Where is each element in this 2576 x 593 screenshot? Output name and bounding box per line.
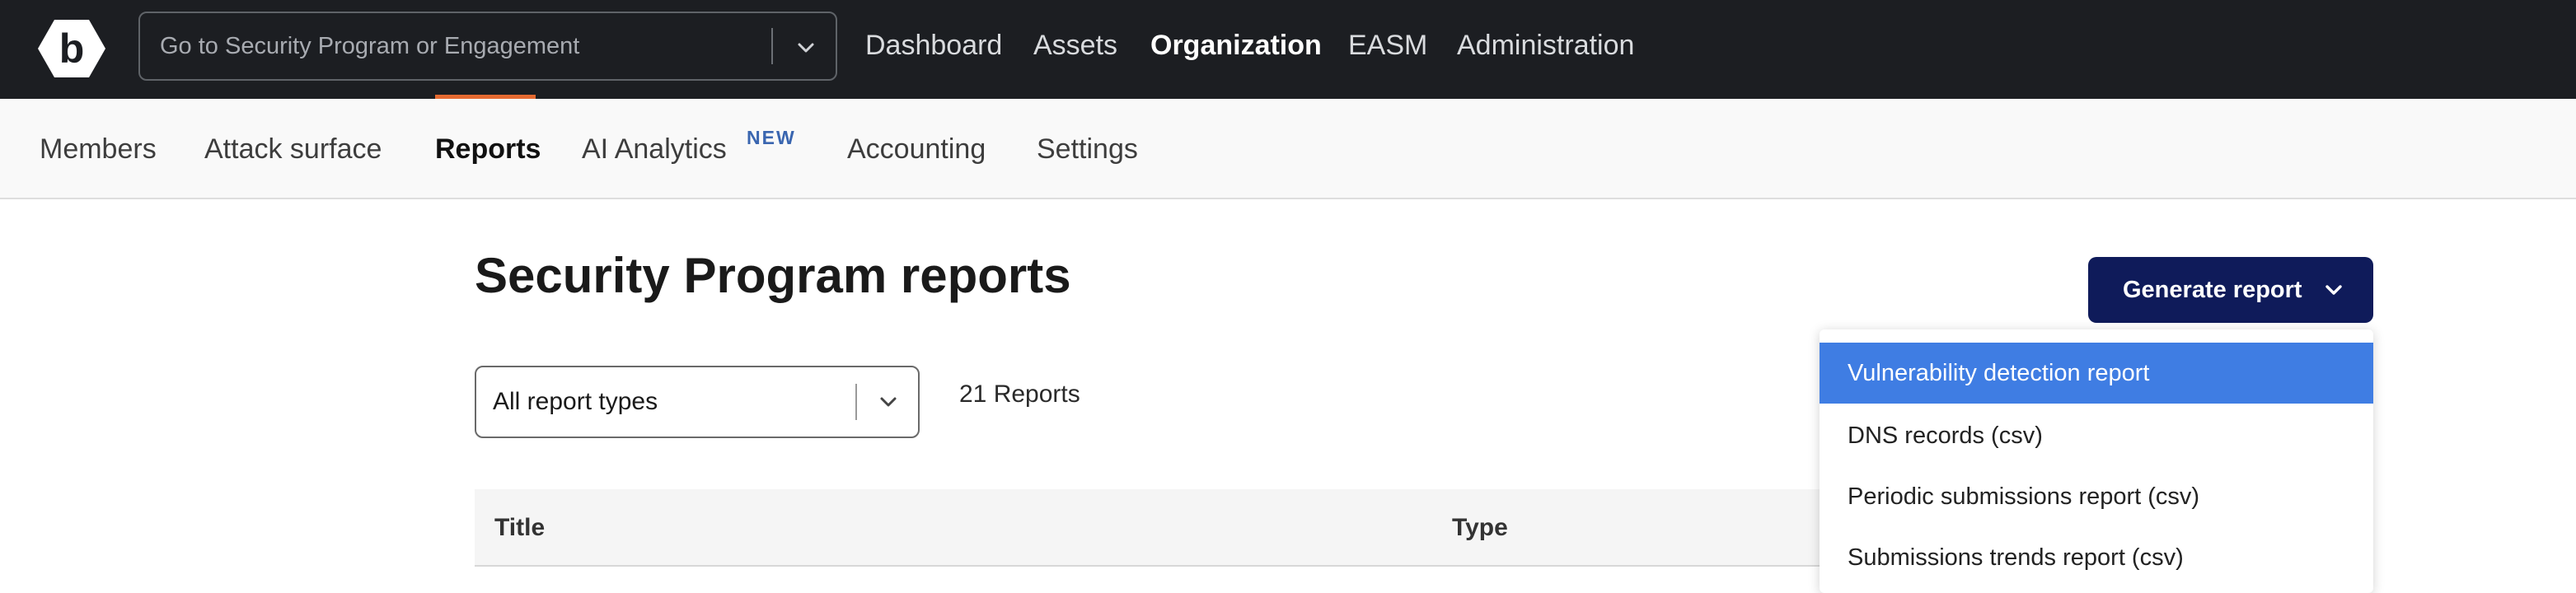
report-type-filter[interactable]: All report types xyxy=(475,366,920,438)
nav-assets[interactable]: Assets xyxy=(1033,0,1117,91)
column-header-type[interactable]: Type xyxy=(1452,489,1508,567)
menu-item-dns-records[interactable]: DNS records (csv) xyxy=(1820,405,2373,466)
program-search-select[interactable]: Go to Security Program or Engagement xyxy=(138,12,837,81)
column-header-title[interactable]: Title xyxy=(494,489,545,567)
page-title: Security Program reports xyxy=(475,248,1071,303)
tab-attack-surface[interactable]: Attack surface xyxy=(204,99,382,199)
active-tab-indicator xyxy=(435,95,536,99)
tab-settings[interactable]: Settings xyxy=(1037,99,1138,199)
filter-divider xyxy=(855,384,857,420)
top-navigation-bar: b Go to Security Program or Engagement D… xyxy=(0,0,2576,99)
nav-administration[interactable]: Administration xyxy=(1457,0,1634,91)
generate-report-button[interactable]: Generate report xyxy=(2088,257,2373,323)
chevron-down-icon xyxy=(2319,275,2349,305)
tab-reports[interactable]: Reports xyxy=(435,99,541,199)
filter-selected-value: All report types xyxy=(493,388,658,415)
chevron-down-icon[interactable] xyxy=(872,385,905,418)
search-placeholder: Go to Security Program or Engagement xyxy=(160,33,580,59)
menu-item-periodic-submissions-report[interactable]: Periodic submissions report (csv) xyxy=(1820,466,2373,527)
generate-report-label: Generate report xyxy=(2123,277,2302,303)
tab-members[interactable]: Members xyxy=(40,99,157,199)
generate-report-menu: Vulnerability detection report DNS recor… xyxy=(1820,329,2373,593)
menu-item-vulnerability-detection-report[interactable]: Vulnerability detection report xyxy=(1820,343,2373,404)
tab-ai-analytics[interactable]: AI Analytics xyxy=(582,99,727,199)
tab-accounting[interactable]: Accounting xyxy=(847,99,986,199)
search-divider xyxy=(771,28,773,64)
new-badge: NEW xyxy=(747,127,796,148)
nav-dashboard[interactable]: Dashboard xyxy=(865,0,1002,91)
bugcrowd-logo-icon[interactable]: b xyxy=(38,18,105,79)
nav-easm[interactable]: EASM xyxy=(1348,0,1427,91)
organization-tabs: Members Attack surface Reports AI Analyt… xyxy=(0,99,2576,199)
chevron-down-icon[interactable] xyxy=(789,31,822,64)
menu-item-submissions-trends-report[interactable]: Submissions trends report (csv) xyxy=(1820,527,2373,588)
report-count: 21 Reports xyxy=(959,381,1080,408)
nav-organization[interactable]: Organization xyxy=(1150,0,1322,91)
svg-text:b: b xyxy=(59,26,85,72)
